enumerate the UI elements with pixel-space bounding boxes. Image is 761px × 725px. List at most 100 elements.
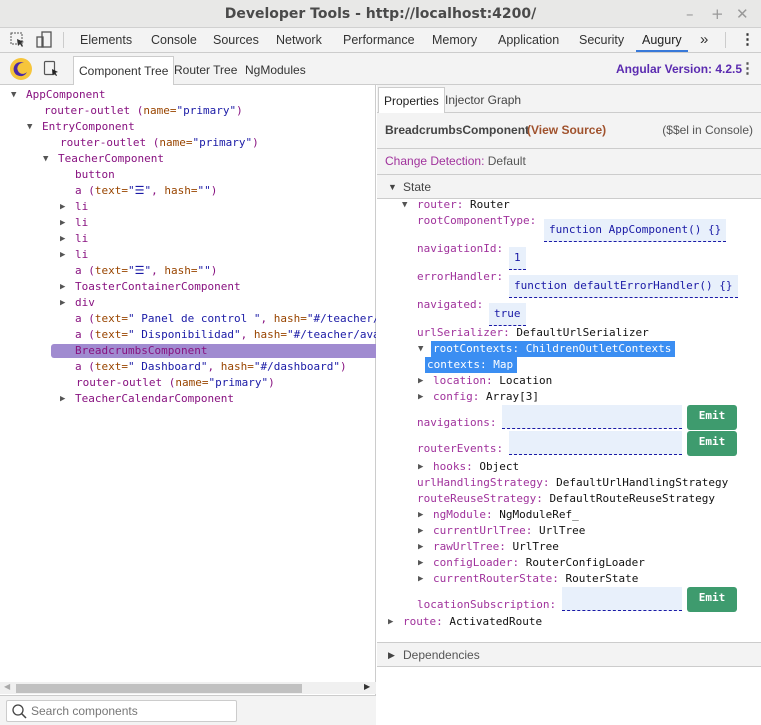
property-row[interactable]: navigationId: bbox=[417, 241, 503, 257]
expand-arrow-icon[interactable]: ▶ bbox=[60, 279, 65, 295]
tree-node[interactable]: li bbox=[75, 231, 376, 247]
property-row[interactable]: urlHandlingStrategy: DefaultUrlHandlingS… bbox=[417, 475, 728, 491]
tree-node[interactable]: li bbox=[75, 247, 376, 263]
tree-node[interactable]: li bbox=[75, 199, 376, 215]
property-row[interactable]: navigated: bbox=[417, 297, 483, 313]
tree-node[interactable]: router-outlet (name="primary") bbox=[60, 135, 376, 151]
emitter-input[interactable] bbox=[509, 431, 682, 455]
collapse-arrow-icon[interactable]: ▼ bbox=[402, 197, 407, 213]
property-row[interactable]: rawUrlTree: UrlTree bbox=[433, 539, 559, 555]
property-row[interactable]: rootContexts: ChildrenOutletContexts bbox=[431, 341, 676, 357]
tree-node[interactable]: a (text=" Disponibilidad", hash="#/teach… bbox=[75, 327, 376, 343]
property-row[interactable]: config: Array[3] bbox=[433, 389, 539, 405]
property-value-editor[interactable]: true bbox=[489, 303, 526, 326]
emit-button[interactable]: Emit bbox=[687, 587, 737, 612]
property-value-editor[interactable]: function defaultErrorHandler() {} bbox=[509, 275, 738, 298]
more-tabs-button[interactable]: » bbox=[700, 28, 708, 52]
property-row[interactable]: locationSubscription: bbox=[417, 597, 556, 613]
tab-augury[interactable]: Augury bbox=[636, 28, 688, 52]
property-row[interactable]: urlSerializer: DefaultUrlSerializer bbox=[417, 325, 649, 341]
expand-arrow-icon[interactable]: ▶ bbox=[418, 555, 423, 571]
tab-security[interactable]: Security bbox=[579, 28, 624, 52]
tree-node[interactable]: a (text=" Panel de control ", hash="#/te… bbox=[75, 311, 376, 327]
property-row[interactable]: hooks: Object bbox=[433, 459, 519, 475]
subtab-ngmodules[interactable]: NgModules bbox=[240, 56, 311, 85]
tree-node[interactable]: a (text="☰", hash="") bbox=[75, 263, 376, 279]
select-component-icon[interactable] bbox=[43, 60, 61, 78]
expand-arrow-icon[interactable]: ▶ bbox=[418, 373, 423, 389]
augury-menu-button[interactable]: ⋮ bbox=[740, 53, 755, 85]
tab-injector-graph[interactable]: Injector Graph bbox=[440, 87, 526, 114]
tree-node[interactable]: a (text=" Dashboard", hash="#/dashboard"… bbox=[75, 359, 376, 375]
tree-node[interactable]: TeacherComponent bbox=[58, 151, 376, 167]
property-row[interactable]: currentUrlTree: UrlTree bbox=[433, 523, 585, 539]
tree-node[interactable]: BreadcrumbsComponent bbox=[75, 343, 376, 359]
collapse-arrow-icon[interactable]: ▼ bbox=[27, 119, 32, 135]
tab-console[interactable]: Console bbox=[151, 28, 197, 52]
tab-application[interactable]: Application bbox=[498, 28, 559, 52]
close-button[interactable]: ✕ bbox=[736, 0, 749, 28]
property-row[interactable]: routerEvents: bbox=[417, 441, 503, 457]
subtab-router-tree[interactable]: Router Tree bbox=[169, 56, 242, 85]
minimize-button[interactable]: – bbox=[686, 0, 694, 28]
expand-arrow-icon[interactable]: ▶ bbox=[60, 391, 65, 407]
property-row[interactable]: route: ActivatedRoute bbox=[403, 614, 542, 630]
expand-arrow-icon[interactable]: ▶ bbox=[388, 614, 393, 630]
tree-node[interactable]: li bbox=[75, 215, 376, 231]
tab-sources[interactable]: Sources bbox=[213, 28, 259, 52]
property-row[interactable]: errorHandler: bbox=[417, 269, 503, 285]
maximize-button[interactable]: + bbox=[711, 0, 724, 28]
property-row[interactable]: navigations: bbox=[417, 415, 496, 431]
tree-node[interactable]: a (text="☰", hash="") bbox=[75, 183, 376, 199]
property-row[interactable]: rootComponentType: bbox=[417, 213, 536, 229]
inspect-element-icon[interactable] bbox=[10, 32, 26, 48]
expand-arrow-icon[interactable]: ▶ bbox=[418, 523, 423, 539]
tree-node[interactable]: AppComponent bbox=[26, 87, 356, 103]
state-section-header[interactable]: ▼ State bbox=[377, 175, 761, 199]
horizontal-scrollbar[interactable]: ◀ ▶ bbox=[0, 682, 376, 694]
property-row[interactable]: router: Router bbox=[417, 197, 510, 213]
search-input[interactable]: Search components bbox=[6, 700, 237, 722]
emitter-input[interactable] bbox=[502, 405, 682, 429]
tree-node[interactable]: ToasterContainerComponent bbox=[75, 279, 376, 295]
emitter-input[interactable] bbox=[562, 587, 682, 611]
tree-node[interactable]: router-outlet (name="primary") bbox=[76, 375, 376, 391]
collapse-arrow-icon[interactable]: ▼ bbox=[11, 87, 16, 103]
property-row[interactable]: location: Location bbox=[433, 373, 552, 389]
expand-arrow-icon[interactable]: ▶ bbox=[60, 247, 65, 263]
property-value-editor[interactable]: 1 bbox=[509, 247, 526, 270]
tree-node[interactable]: div bbox=[75, 295, 376, 311]
expand-arrow-icon[interactable]: ▶ bbox=[60, 199, 65, 215]
device-toolbar-icon[interactable] bbox=[36, 31, 52, 49]
tree-node[interactable]: button bbox=[75, 167, 376, 183]
tree-node[interactable]: EntryComponent bbox=[42, 119, 372, 135]
property-row[interactable]: contexts: Map bbox=[425, 357, 518, 373]
expand-arrow-icon[interactable]: ▶ bbox=[418, 571, 423, 587]
property-row[interactable]: configLoader: RouterConfigLoader bbox=[433, 555, 645, 571]
expand-arrow-icon[interactable]: ▶ bbox=[60, 215, 65, 231]
collapse-arrow-icon[interactable]: ▼ bbox=[43, 151, 48, 167]
view-source-link[interactable]: (View Source) bbox=[527, 113, 606, 148]
tab-properties[interactable]: Properties bbox=[378, 87, 445, 114]
dependencies-section-header[interactable]: ▶ Dependencies bbox=[377, 642, 761, 667]
tab-performance[interactable]: Performance bbox=[343, 28, 415, 52]
emit-button[interactable]: Emit bbox=[687, 431, 737, 456]
property-row[interactable]: ngModule: NgModuleRef_ bbox=[433, 507, 579, 523]
tree-node[interactable]: TeacherCalendarComponent bbox=[75, 391, 376, 407]
expand-arrow-icon[interactable]: ▶ bbox=[418, 507, 423, 523]
property-value-editor[interactable]: function AppComponent() {} bbox=[544, 219, 727, 242]
tab-memory[interactable]: Memory bbox=[432, 28, 477, 52]
property-row[interactable]: currentRouterState: RouterState bbox=[433, 571, 638, 587]
collapse-arrow-icon[interactable]: ▼ bbox=[418, 341, 423, 357]
expand-arrow-icon[interactable]: ▶ bbox=[418, 539, 423, 555]
tree-node[interactable]: router-outlet (name="primary") bbox=[44, 103, 374, 119]
devtools-menu-button[interactable]: ⋮ bbox=[740, 28, 755, 52]
scroll-left-icon[interactable]: ◀ bbox=[4, 682, 10, 691]
emit-button[interactable]: Emit bbox=[687, 405, 737, 430]
scroll-right-icon[interactable]: ▶ bbox=[364, 682, 370, 691]
tab-elements[interactable]: Elements bbox=[80, 28, 132, 52]
subtab-component-tree[interactable]: Component Tree bbox=[73, 56, 175, 85]
expand-arrow-icon[interactable]: ▶ bbox=[60, 295, 65, 311]
property-row[interactable]: routeReuseStrategy: DefaultRouteReuseStr… bbox=[417, 491, 715, 507]
expand-arrow-icon[interactable]: ▶ bbox=[60, 231, 65, 247]
